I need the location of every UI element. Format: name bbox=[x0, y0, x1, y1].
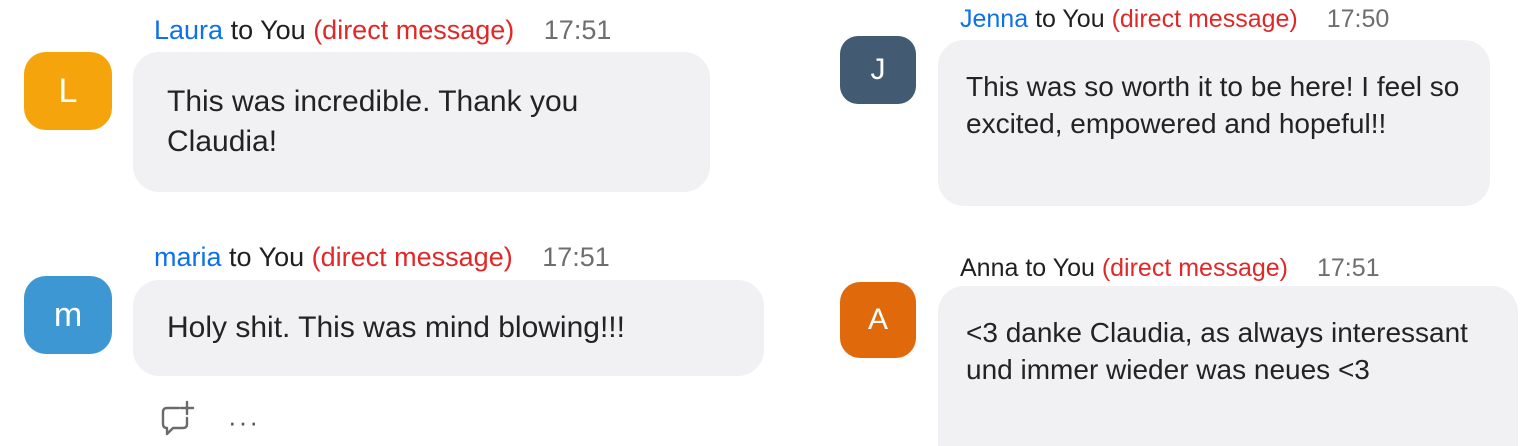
message-timestamp: 17:51 bbox=[542, 242, 610, 272]
avatar-letter: A bbox=[867, 303, 888, 336]
message-header: maria to You (direct message) 17:51 bbox=[154, 241, 610, 273]
avatar-jenna[interactable]: J bbox=[840, 36, 916, 104]
message-header: Jenna to You (direct message) 17:50 bbox=[960, 3, 1389, 35]
message-timestamp: 17:50 bbox=[1326, 5, 1390, 33]
message-bubble[interactable]: This was so worth it to be here! I feel … bbox=[938, 40, 1490, 206]
direct-message-label: (direct message) bbox=[311, 242, 513, 272]
avatar-maria[interactable]: m bbox=[24, 276, 112, 354]
message-text: <3 danke Claudia, as always interessant … bbox=[966, 317, 1468, 385]
message-bubble[interactable]: This was incredible. Thank you Claudia! bbox=[133, 52, 710, 192]
recipient-label: to You bbox=[229, 242, 305, 272]
reply-plus-icon[interactable] bbox=[158, 400, 196, 443]
avatar-anna[interactable]: A bbox=[840, 282, 916, 358]
recipient-label: to You bbox=[1035, 5, 1105, 33]
message-text: This was incredible. Thank you Claudia! bbox=[167, 85, 579, 158]
message-actions: ··· bbox=[158, 400, 260, 443]
message-header: Anna to You (direct message) 17:51 bbox=[960, 252, 1380, 284]
sender-name[interactable]: Jenna bbox=[960, 5, 1028, 33]
recipient-label: to You bbox=[1025, 254, 1095, 282]
avatar-letter: m bbox=[53, 295, 83, 334]
avatar-letter: J bbox=[870, 53, 886, 86]
message-bubble[interactable]: <3 danke Claudia, as always interessant … bbox=[938, 286, 1518, 446]
message-timestamp: 17:51 bbox=[543, 15, 612, 45]
sender-name[interactable]: Laura bbox=[154, 15, 223, 45]
recipient-label: to You bbox=[230, 15, 306, 45]
more-options-icon[interactable]: ··· bbox=[228, 409, 260, 435]
direct-message-label: (direct message) bbox=[1101, 254, 1288, 282]
message-bubble[interactable]: Holy shit. This was mind blowing!!! bbox=[133, 280, 764, 376]
direct-message-label: (direct message) bbox=[1111, 5, 1298, 33]
message-text: Holy shit. This was mind blowing!!! bbox=[167, 311, 625, 344]
direct-message-label: (direct message) bbox=[313, 15, 515, 45]
avatar-letter: L bbox=[58, 71, 78, 110]
message-timestamp: 17:51 bbox=[1316, 254, 1380, 282]
sender-name[interactable]: Anna bbox=[960, 254, 1018, 282]
message-text: This was so worth it to be here! I feel … bbox=[966, 71, 1460, 139]
message-header: Laura to You (direct message) 17:51 bbox=[154, 14, 611, 46]
avatar-laura[interactable]: L bbox=[24, 52, 112, 130]
sender-name[interactable]: maria bbox=[154, 242, 222, 272]
